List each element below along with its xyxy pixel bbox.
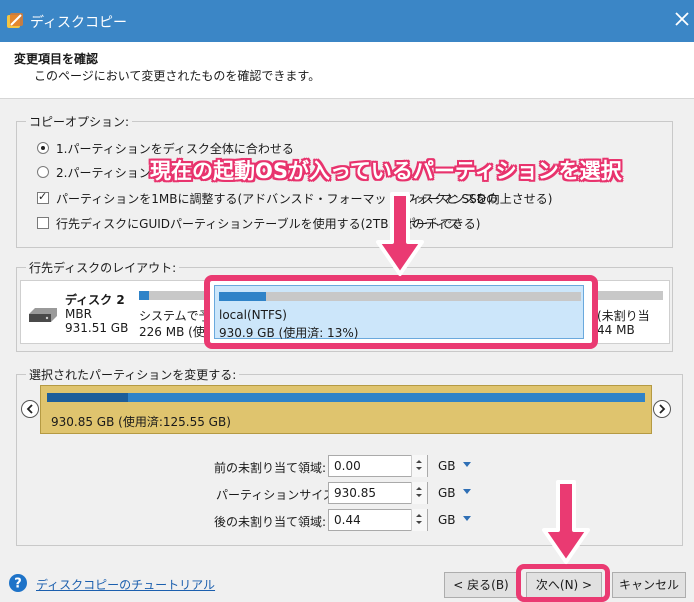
disk-name: ディスク 2 — [65, 293, 125, 307]
annotation-highlight-box — [204, 275, 598, 349]
field-size-value: 930.85 — [334, 486, 376, 500]
field-before-stepper[interactable] — [411, 455, 427, 477]
field-before-value: 0.00 — [334, 459, 361, 473]
field-after-input[interactable]: 0.44 — [328, 509, 428, 531]
stepper-arrows-icon — [416, 487, 422, 497]
page-subtitle: このページにおいて変更されたものを確認できます。 — [34, 69, 321, 83]
chevron-left-icon — [26, 404, 33, 414]
checkbox-align-1mb[interactable] — [37, 190, 49, 204]
partition-usage-bar — [139, 291, 205, 300]
selected-partition-used-fill — [47, 393, 128, 402]
partition-system-reserved[interactable]: システムで予約 226 MB (使用済: — [135, 281, 207, 343]
field-after-stepper[interactable] — [411, 509, 427, 531]
field-before-unit: GB — [438, 459, 456, 473]
partition-usage-bar — [597, 291, 663, 300]
selected-partition-size: 930.85 GB (使用済:125.55 GB) — [51, 415, 231, 429]
tutorial-link[interactable]: ディスクコピーのチュートリアル — [36, 576, 215, 593]
partition-size: 226 MB (使用済: — [139, 325, 207, 339]
partition-unallocated[interactable]: (未割り当 44 MB — [595, 281, 667, 343]
annotation-text: 現在の起動OSが入っているパーティションを選択 — [150, 159, 622, 183]
scroll-left-button[interactable] — [21, 400, 39, 418]
field-size-label: パーティションサイズ: — [216, 488, 339, 502]
partition-usage-fill — [139, 291, 149, 300]
cancel-button[interactable]: キャンセル — [612, 572, 686, 598]
copy-options-label: コピーオプション: — [26, 113, 133, 130]
field-after-unit: GB — [438, 513, 456, 527]
selected-partition-bar[interactable]: 930.85 GB (使用済:125.55 GB) — [40, 385, 652, 434]
hard-disk-icon — [29, 308, 57, 322]
partition-name: (未割り当 — [597, 309, 650, 323]
unit-dropdown-icon[interactable] — [462, 488, 472, 496]
partition-size: 44 MB — [597, 323, 635, 337]
page-header: 変更項目を確認 このページにおいて変更されたものを確認できます。 — [0, 42, 694, 99]
disk-size: 931.51 GB — [65, 321, 129, 335]
annotation-arrow-down-icon — [376, 192, 424, 276]
disk-type: MBR — [65, 307, 92, 321]
field-size-stepper[interactable] — [411, 482, 427, 504]
unit-dropdown-icon[interactable] — [462, 515, 472, 523]
window-title: ディスクコピー — [30, 15, 128, 31]
field-before-input[interactable]: 0.00 — [328, 455, 428, 477]
destination-layout-label: 行先ディスクのレイアウト: — [26, 259, 180, 276]
disk-copy-app-icon — [7, 13, 23, 28]
stepper-arrows-icon — [416, 514, 422, 524]
field-size-input[interactable]: 930.85 — [328, 482, 428, 504]
help-icon[interactable]: ? — [8, 573, 28, 593]
radio-copy-without-resize[interactable] — [37, 166, 49, 178]
unit-dropdown-icon[interactable] — [462, 461, 472, 469]
field-before-label: 前の未割り当て領域: — [214, 461, 327, 475]
svg-text:?: ? — [14, 577, 22, 592]
scroll-right-button[interactable] — [653, 400, 671, 418]
chevron-right-icon — [659, 404, 666, 414]
page-title: 変更項目を確認 — [14, 52, 99, 66]
radio-fit-whole-disk[interactable] — [37, 142, 49, 154]
field-after-value: 0.44 — [334, 513, 361, 527]
annotation-arrow-down-icon — [542, 480, 590, 564]
annotation-next-highlight — [516, 564, 610, 602]
back-button[interactable]: < 戻る(B) — [444, 572, 518, 598]
field-size-unit: GB — [438, 486, 456, 500]
checkbox-use-gpt[interactable] — [37, 217, 49, 229]
stepper-arrows-icon — [416, 460, 422, 470]
title-bar: ディスクコピー — [0, 0, 694, 42]
resize-partition-label: 選択されたパーティションを変更する: — [26, 366, 240, 383]
selected-partition-track — [47, 393, 645, 402]
partition-name: システムで予約 — [139, 309, 207, 323]
close-icon[interactable] — [674, 11, 690, 27]
field-after-label: 後の未割り当て領域: — [214, 515, 327, 529]
